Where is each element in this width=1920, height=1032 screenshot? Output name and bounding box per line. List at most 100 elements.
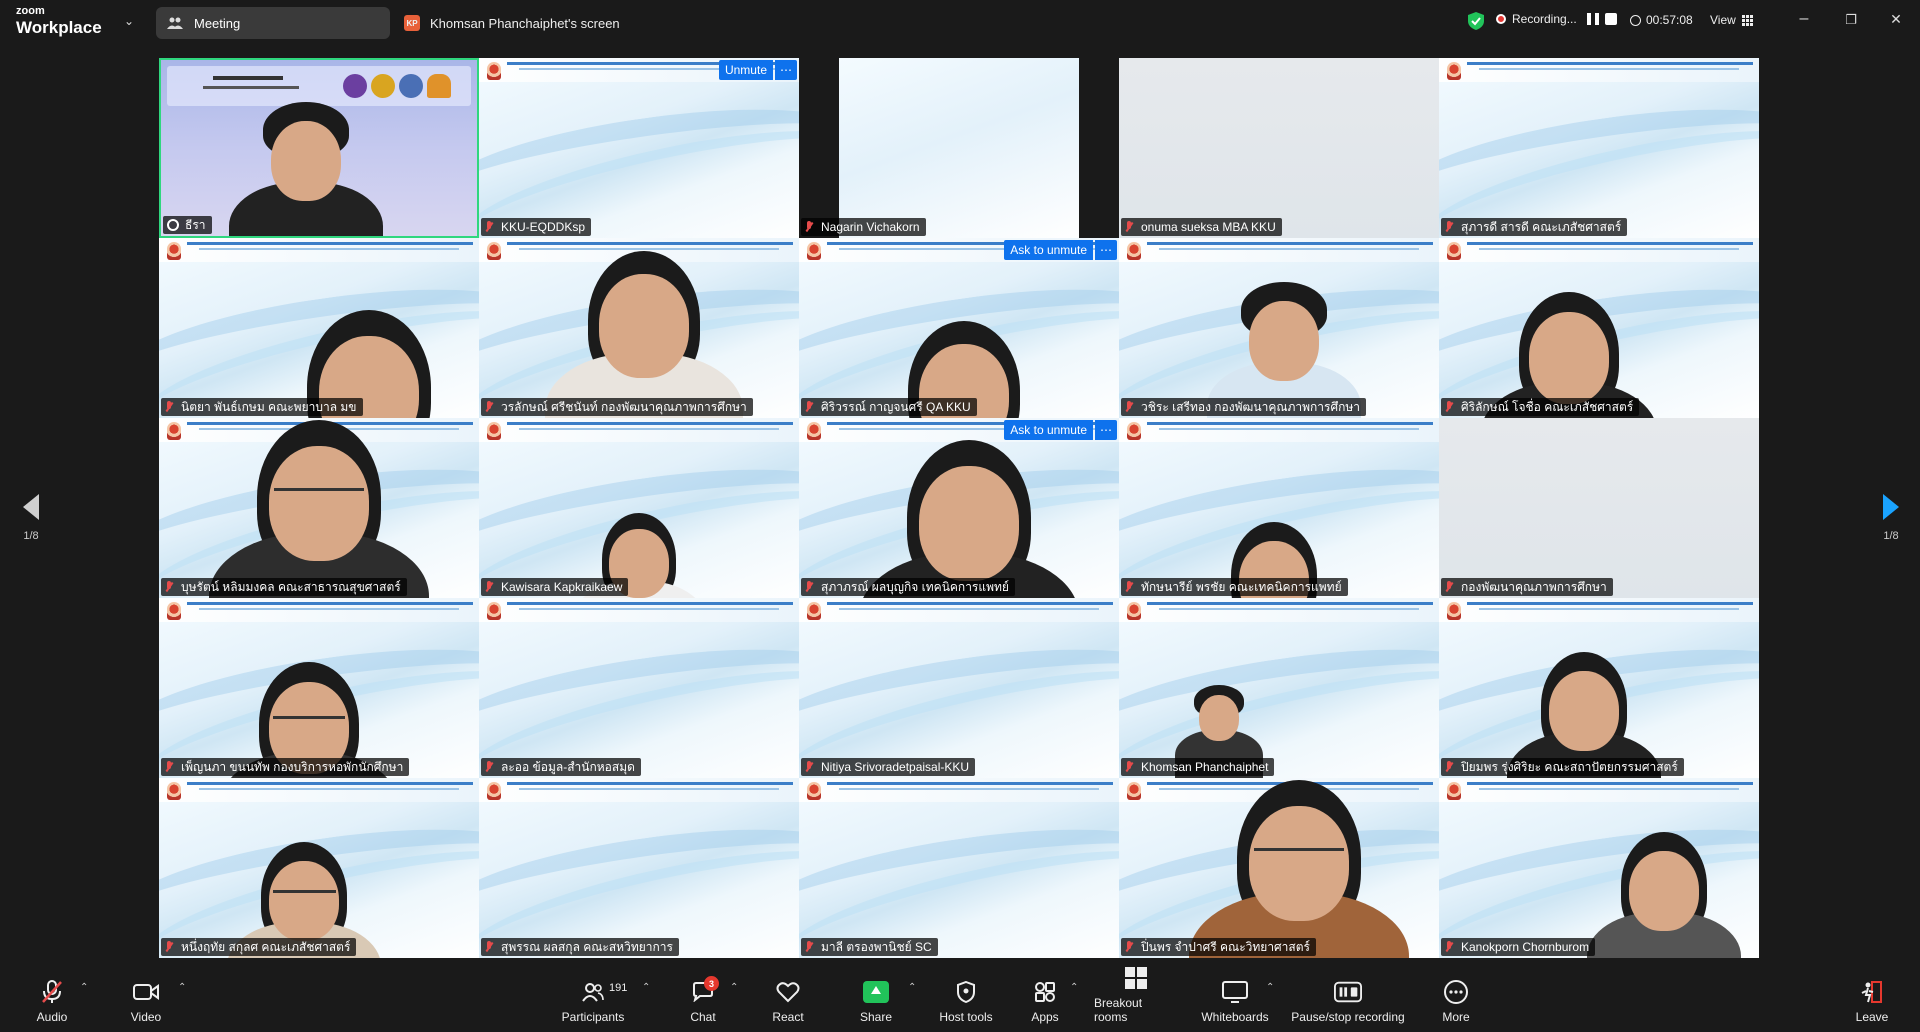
pause-recording-icon[interactable] <box>1586 13 1599 25</box>
more-label: More <box>1442 1010 1470 1024</box>
participant-name: หนึ่งฤทัย สกุลศ คณะเภสัชศาสตร์ <box>181 939 351 954</box>
restore-button[interactable]: ❐ <box>1841 12 1861 28</box>
participant-name-tag: สุภาภรณ์ ผลบุญกิจ เทคนิคการแพทย์ <box>801 578 1015 596</box>
encryption-shield-icon[interactable] <box>1468 12 1484 30</box>
whiteboards-button[interactable]: Whiteboards <box>1198 972 1272 1032</box>
tile-action-label[interactable]: Ask to unmute <box>1004 420 1093 440</box>
university-logo-icon <box>167 242 181 260</box>
participant-tile[interactable]: ปิ่นพร จำปาศรี คณะวิทยาศาสตร์ <box>1119 778 1439 958</box>
participant-tile[interactable]: สุภารดี สารดี คณะเภสัชศาสตร์ <box>1439 58 1759 238</box>
breakout-rooms-button[interactable]: Breakout rooms <box>1094 967 1178 1032</box>
mic-muted-icon <box>485 221 493 233</box>
university-logo-icon <box>1127 602 1141 620</box>
chevron-down-icon[interactable]: ⌄ <box>124 14 134 28</box>
share-options-chevron-icon[interactable]: ⌃ <box>908 982 916 993</box>
tile-action-button[interactable]: Ask to unmute ⋯ <box>1004 240 1117 260</box>
participants-options-chevron-icon[interactable]: ⌃ <box>642 982 650 993</box>
title-bar: zoom Workplace ⌄ Meeting KP Khomsan Phan… <box>0 0 1920 44</box>
view-button[interactable]: View <box>1710 13 1753 27</box>
participant-tile[interactable]: Kanokporn Chornburom <box>1439 778 1759 958</box>
share-button[interactable]: Share <box>856 972 896 1032</box>
participant-tile[interactable]: ปิยมพร รุ่งศิริยะ คณะสถาปัตยกรรมศาสตร์ <box>1439 598 1759 778</box>
video-button[interactable]: Video <box>124 972 168 1032</box>
slide-title-strip <box>1467 62 1753 65</box>
close-button[interactable]: ✕ <box>1886 11 1906 28</box>
participant-name-tag: Nagarin Vichakorn <box>801 218 926 236</box>
slide-subtitle-strip <box>1159 608 1419 610</box>
mic-muted-icon <box>485 401 493 413</box>
participant-tile[interactable]: ธีรา <box>159 58 479 238</box>
tile-action-button[interactable]: Ask to unmute ⋯ <box>1004 420 1117 440</box>
zoom-workplace-logo[interactable]: zoom Workplace <box>16 6 102 37</box>
host-tools-button[interactable]: Host tools <box>936 972 996 1032</box>
tile-more-options-icon[interactable]: ⋯ <box>1095 240 1117 260</box>
tile-action-label[interactable]: Ask to unmute <box>1004 240 1093 260</box>
next-page-button[interactable]: 1/8 <box>1876 494 1906 542</box>
audio-options-chevron-icon[interactable]: ⌃ <box>80 982 88 993</box>
react-label: React <box>772 1010 804 1024</box>
apps-button[interactable]: Apps <box>1028 972 1062 1032</box>
chat-label: Chat <box>690 1010 716 1024</box>
minimize-button[interactable]: – <box>1794 10 1814 28</box>
participant-tile[interactable]: วชิระ เสรีทอง กองพัฒนาคุณภาพการศึกษา <box>1119 238 1439 418</box>
university-logo-icon <box>167 602 181 620</box>
participant-tile[interactable]: สุพรรณ ผลสกุล คณะสหวิทยาการ <box>479 778 799 958</box>
participant-tile[interactable]: Kawisara Kapkraikaew <box>479 418 799 598</box>
participant-tile[interactable]: หนึ่งฤทัย สกุลศ คณะเภสัชศาสตร์ <box>159 778 479 958</box>
tile-action-button[interactable]: Unmute ⋯ <box>718 60 797 80</box>
participant-tile[interactable]: ศิริลักษณ์ โจชื่อ คณะเภสัชศาสตร์ <box>1439 238 1759 418</box>
participant-tile[interactable]: บุษรัตน์ หลิมมงคล คณะสาธารณสุขศาสตร์ <box>159 418 479 598</box>
whiteboards-options-chevron-icon[interactable]: ⌃ <box>1266 982 1274 993</box>
recording-indicator[interactable]: Recording... <box>1496 12 1617 26</box>
participant-name: KKU-EQDDKsp <box>501 220 586 234</box>
more-button[interactable]: More <box>1436 972 1476 1032</box>
tab-shared-screen[interactable]: KP Khomsan Phanchaiphet's screen <box>404 7 620 39</box>
mic-muted-icon <box>1445 401 1453 413</box>
page-indicator-left: 1/8 <box>23 530 39 542</box>
participant-tile[interactable]: Khomsan Phanchaiphet <box>1119 598 1439 778</box>
participant-tile[interactable]: วรลักษณ์ ศรีชนันท์ กองพัฒนาคุณภาพการศึกษ… <box>479 238 799 418</box>
participants-button[interactable]: 191 Participants <box>556 972 630 1032</box>
slide-title-strip <box>187 602 473 605</box>
host-indicator-icon <box>167 219 179 231</box>
university-logo-icon <box>487 422 501 440</box>
react-button[interactable]: React <box>768 972 808 1032</box>
participant-tile[interactable]: มาลี ตรองพานิชย์ SC <box>799 778 1119 958</box>
participant-tile[interactable]: กองพัฒนาคุณภาพการศึกษา <box>1439 418 1759 598</box>
pause-stop-recording-button[interactable]: Pause/stop recording <box>1290 972 1406 1032</box>
participant-tile[interactable]: ทักษนารีย์ พรชัย คณะเทคนิคการแพทย์ <box>1119 418 1439 598</box>
share-screen-icon <box>862 980 890 1004</box>
audio-button[interactable]: Audio <box>30 972 74 1032</box>
tile-more-options-icon[interactable]: ⋯ <box>775 60 797 80</box>
university-logo-icon <box>807 242 821 260</box>
stop-recording-icon[interactable] <box>1604 13 1617 25</box>
whiteboard-icon <box>1221 980 1249 1004</box>
participant-tile[interactable]: Ask to unmute ⋯ ศิริวรรณ์ กาญจนศรี QA KKU <box>799 238 1119 418</box>
tile-more-options-icon[interactable]: ⋯ <box>1095 420 1117 440</box>
video-options-chevron-icon[interactable]: ⌃ <box>178 982 186 993</box>
participant-name-tag: ศิริวรรณ์ กาญจนศรี QA KKU <box>801 398 977 416</box>
previous-page-button[interactable]: 1/8 <box>16 494 46 542</box>
meeting-timer: 00:57:08 <box>1630 13 1693 27</box>
participant-tile[interactable]: Ask to unmute ⋯ สุภาภรณ์ ผลบุญกิจ เทคนิคกา… <box>799 418 1119 598</box>
tab-meeting[interactable]: Meeting <box>156 7 390 39</box>
mic-muted-icon <box>805 401 813 413</box>
participant-name: ศิริลักษณ์ โจชื่อ คณะเภสัชศาสตร์ <box>1461 399 1634 414</box>
participant-tile[interactable]: นิตยา พันธ์เกษม คณะพยาบาล มข <box>159 238 479 418</box>
participant-tile[interactable]: onuma sueksa MBA KKU <box>1119 58 1439 238</box>
timer-value: 00:57:08 <box>1646 13 1693 27</box>
brand-line2: Workplace <box>16 18 102 37</box>
chat-options-chevron-icon[interactable]: ⌃ <box>730 982 738 993</box>
participant-tile[interactable]: ละออ ข้อมูล-สำนักหอสมุด <box>479 598 799 778</box>
apps-label: Apps <box>1031 1010 1059 1024</box>
participant-tile[interactable]: Unmute ⋯ KKU-EQDDKsp <box>479 58 799 238</box>
apps-options-chevron-icon[interactable]: ⌃ <box>1070 982 1078 993</box>
participant-tile[interactable]: Nagarin Vichakorn <box>799 58 1119 238</box>
tile-action-label[interactable]: Unmute <box>718 60 773 80</box>
chat-button[interactable]: 3 Chat <box>684 972 722 1032</box>
leave-button[interactable]: Leave <box>1852 972 1892 1032</box>
participant-tile[interactable]: เพ็ญนภา ขนนทัพ กองบริการหอพักนักศึกษา <box>159 598 479 778</box>
mic-muted-icon <box>805 221 813 233</box>
participant-name-tag: ทักษนารีย์ พรชัย คณะเทคนิคการแพทย์ <box>1121 578 1348 596</box>
participant-tile[interactable]: Nitiya Srivoradetpaisal-KKU <box>799 598 1119 778</box>
